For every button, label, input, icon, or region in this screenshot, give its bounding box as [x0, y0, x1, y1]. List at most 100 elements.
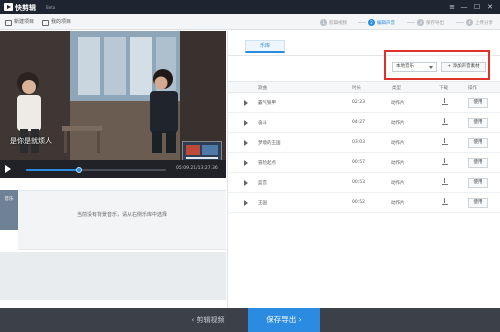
song-name: 蓝宫: [258, 181, 267, 186]
song-name: 王国: [258, 201, 267, 206]
step-connector: [456, 22, 464, 23]
audio-timeline: 音乐 当前没有背景音乐，请从右侧乐库中选择: [0, 178, 226, 300]
table-row[interactable]: 奋斗 04:27 动作片 使用: [228, 114, 500, 133]
song-duration: 00:57: [352, 160, 365, 165]
music-track-label: 音乐: [0, 190, 18, 230]
table-row[interactable]: 王国 00:52 动作片 使用: [228, 194, 500, 213]
app-title: 快剪辑: [15, 4, 36, 12]
song-type: 动作片: [391, 181, 405, 186]
step-label: 剪辑视频: [329, 20, 347, 26]
video-subtitle: 是你是就烦人: [10, 137, 52, 145]
my-projects-label: 我的项目: [51, 19, 72, 25]
song-name: 梦境的王国: [258, 141, 281, 146]
step-label: 编辑声音: [377, 20, 395, 26]
download-icon[interactable]: [442, 158, 448, 166]
play-preview-icon[interactable]: [244, 180, 248, 186]
step-number: 1: [320, 19, 327, 26]
use-button[interactable]: 使用: [468, 98, 488, 108]
save-export-button[interactable]: 保存导出 ›: [248, 308, 320, 332]
video-preview[interactable]: 是你是就烦人: [0, 31, 226, 160]
pip-thumbnail: [183, 142, 221, 160]
new-project-label: 新建项目: [14, 19, 35, 25]
column-action: 操作: [468, 86, 477, 91]
song-type: 动作片: [391, 141, 405, 146]
download-icon[interactable]: [442, 138, 448, 146]
play-preview-icon[interactable]: [244, 140, 248, 146]
table-row[interactable]: 霸气铁甲 02:23 动作片 使用: [228, 94, 500, 113]
song-type: 动作片: [391, 101, 405, 106]
new-project-icon: [5, 19, 12, 26]
playback-progress-fill: [26, 169, 80, 171]
toolbar: 新建项目 我的项目 1 剪辑视频 2 编辑声音 3 保存导出 4 上传分享: [0, 14, 500, 30]
empty-music-hint: 当前没有背景音乐，请从右侧乐库中选择: [76, 212, 167, 218]
minimize-button[interactable]: —: [459, 2, 469, 12]
step-label: 上传分享: [475, 20, 493, 26]
download-icon[interactable]: [442, 118, 448, 126]
playback-bar: 05:09.21/13:27.36: [0, 160, 226, 178]
song-duration: 00:53: [352, 180, 365, 185]
table-row[interactable]: 蓝宫 00:53 动作片 使用: [228, 174, 500, 193]
step-edit-video[interactable]: 1 剪辑视频: [320, 18, 347, 27]
step-number: 4: [466, 19, 473, 26]
my-projects-button[interactable]: 我的项目: [42, 18, 71, 27]
music-source-select[interactable]: 本地音乐: [392, 62, 437, 72]
new-project-button[interactable]: 新建项目: [5, 18, 34, 27]
bottom-bar: ‹ 剪辑视频 保存导出 ›: [0, 308, 500, 332]
use-button[interactable]: 使用: [468, 118, 488, 128]
menu-icon[interactable]: ≡: [447, 2, 457, 12]
column-name: 歌曲: [258, 86, 267, 91]
song-duration: 03:03: [352, 140, 365, 145]
timeline-empty-area: [0, 252, 226, 300]
playback-progress-handle[interactable]: [76, 167, 83, 173]
chevron-right-icon: ›: [296, 315, 302, 324]
download-icon[interactable]: [442, 98, 448, 106]
playback-timecode: 05:09.21/13:27.36: [176, 166, 218, 171]
use-button[interactable]: 使用: [468, 198, 488, 208]
play-preview-icon[interactable]: [244, 200, 248, 206]
step-label: 保存导出: [426, 20, 444, 26]
column-download: 下载: [439, 86, 448, 91]
tab-music-library[interactable]: 乐库: [245, 40, 285, 53]
step-connector: [358, 22, 366, 23]
play-preview-icon[interactable]: [244, 100, 248, 106]
step-save-export[interactable]: 3 保存导出: [417, 18, 444, 27]
step-number: 2: [368, 19, 375, 26]
song-duration: 04:27: [352, 120, 365, 125]
back-to-edit-video-button[interactable]: ‹ 剪辑视频: [168, 308, 248, 332]
chevron-down-icon: [429, 66, 433, 69]
title-bar: 快剪辑 Beta ≡ — ☐ ✕: [0, 0, 500, 14]
step-connector: [407, 22, 415, 23]
music-track-area[interactable]: 当前没有背景音乐，请从右侧乐库中选择: [18, 190, 226, 250]
song-name: 奋斗: [258, 121, 267, 126]
use-button[interactable]: 使用: [468, 158, 488, 168]
maximize-button[interactable]: ☐: [472, 2, 482, 12]
folder-icon: [42, 19, 49, 26]
step-upload-share[interactable]: 4 上传分享: [466, 18, 493, 27]
column-type: 类型: [392, 86, 401, 91]
song-name: 霸气铁甲: [258, 101, 276, 106]
close-button[interactable]: ✕: [485, 2, 495, 12]
use-button[interactable]: 使用: [468, 138, 488, 148]
table-row[interactable]: 冒险起点 00:57 动作片 使用: [228, 154, 500, 173]
download-icon[interactable]: [442, 198, 448, 206]
playback-progress-track[interactable]: [26, 167, 166, 173]
add-sound-label: 添加声音素材: [452, 64, 480, 69]
play-icon[interactable]: [5, 165, 11, 173]
song-name: 冒险起点: [258, 161, 276, 166]
music-source-value: 本地音乐: [396, 64, 414, 69]
export-button-label: 保存导出: [266, 315, 297, 324]
music-library-panel: 乐库 本地音乐 + 添加声音素材 歌曲 时长 类型 下载 操作 霸气铁甲 02:…: [227, 31, 500, 308]
song-type: 动作片: [391, 121, 405, 126]
column-duration: 时长: [352, 86, 361, 91]
app-logo-icon: [4, 3, 13, 11]
song-type: 动作片: [391, 201, 405, 206]
table-row[interactable]: 梦境的王国 03:03 动作片 使用: [228, 134, 500, 153]
song-type: 动作片: [391, 161, 405, 166]
use-button[interactable]: 使用: [468, 178, 488, 188]
play-preview-icon[interactable]: [244, 120, 248, 126]
play-preview-icon[interactable]: [244, 160, 248, 166]
add-sound-button[interactable]: + 添加声音素材: [441, 62, 486, 72]
song-duration: 02:23: [352, 100, 365, 105]
step-edit-sound[interactable]: 2 编辑声音: [368, 18, 395, 27]
download-icon[interactable]: [442, 178, 448, 186]
